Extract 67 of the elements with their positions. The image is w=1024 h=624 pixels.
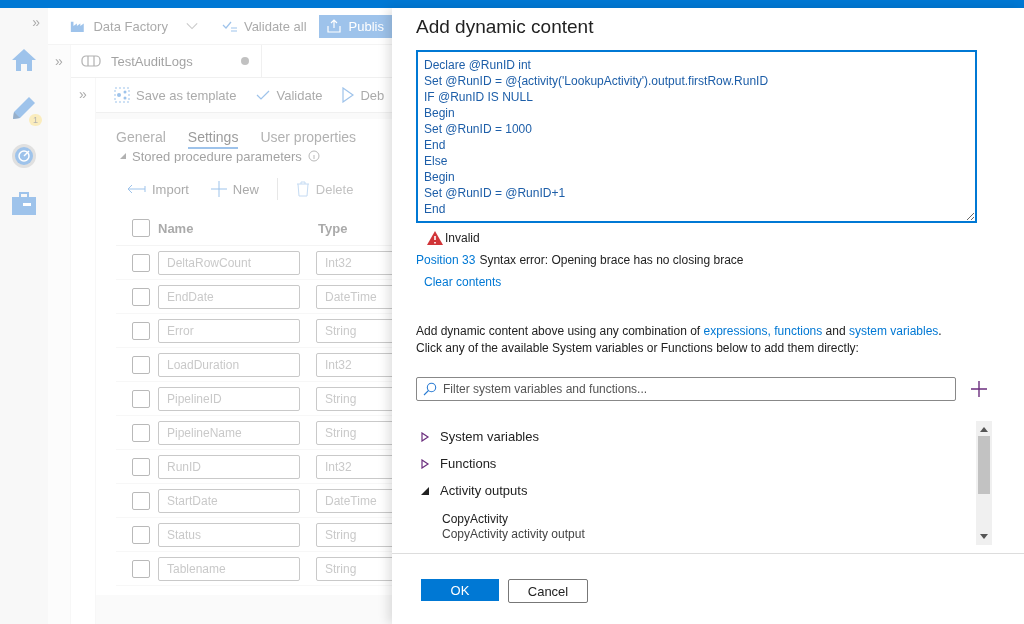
import-button[interactable]: Import [122, 181, 193, 197]
validate-all-button[interactable]: Validate all [217, 18, 311, 34]
add-icon[interactable] [970, 380, 988, 398]
checkbox[interactable] [132, 253, 150, 272]
tree-item[interactable]: System variables [416, 423, 976, 450]
validate-button[interactable]: Validate [252, 87, 327, 103]
search-icon [423, 382, 437, 396]
scroll-up-icon[interactable] [980, 427, 988, 432]
upload-icon [326, 19, 341, 33]
checkbox[interactable] [132, 287, 150, 306]
arrow-left-icon [126, 184, 146, 194]
template-icon [114, 87, 130, 103]
expand-button[interactable]: » [71, 86, 95, 102]
checkbox[interactable] [132, 559, 150, 578]
expand-button[interactable]: » [32, 14, 40, 30]
check-icon [256, 89, 271, 101]
info-icon [307, 150, 320, 162]
gauge-icon [11, 143, 37, 169]
expression-field[interactable]: Declare @RunID int Set @RunID = @{activity('LookupActivity').output.firstRow.RunID IF @RunID IS NULL Begin Set @RunID = 1000 End Else Begin Set @RunID = @RunID+1 End [416, 50, 977, 223]
cancel-button[interactable]: Cancel [508, 579, 588, 603]
chevron-down-icon[interactable] [185, 22, 198, 30]
checkbox[interactable] [132, 423, 150, 442]
status-text: Invalid [445, 231, 480, 245]
toolbox-icon [11, 192, 37, 216]
count-badge: 1 [29, 114, 42, 126]
ok-button[interactable]: OK [421, 579, 499, 601]
checkbox[interactable] [132, 457, 150, 476]
plus-icon [210, 181, 227, 197]
section-header[interactable]: Stored procedure parameters [120, 149, 392, 163]
clear-contents-link[interactable]: Clear contents [424, 275, 502, 289]
error-message: Syntax error: Opening brace has no closing brace [479, 253, 744, 267]
tab[interactable]: General [116, 129, 166, 149]
pipeline-icon [81, 55, 101, 67]
scrollbar[interactable] [976, 421, 992, 545]
pencil-icon [11, 95, 37, 121]
debug-button[interactable]: Deb [338, 87, 389, 103]
tab[interactable]: Settings [187, 129, 239, 149]
checkbox[interactable] [132, 491, 150, 510]
activity-name[interactable]: CopyActivity [442, 512, 976, 527]
checklist-icon [221, 20, 238, 32]
dialog-title: Add dynamic content [416, 16, 595, 38]
save-template-button[interactable]: Save as template [110, 87, 241, 103]
warning-icon [426, 230, 444, 246]
publish-button[interactable]: Publis [318, 14, 392, 38]
trash-icon [295, 181, 310, 197]
column-header: Type [318, 220, 348, 236]
tab[interactable]: User properties [260, 129, 357, 149]
activity-description: CopyActivity activity output [442, 527, 586, 542]
checkbox[interactable] [132, 321, 150, 340]
checkbox[interactable] [132, 389, 150, 408]
filter-field[interactable]: Filter system variables and functions... [416, 377, 956, 401]
play-icon [342, 87, 355, 103]
factory-name[interactable]: Data Factory [93, 18, 168, 34]
checkbox[interactable] [132, 525, 150, 544]
checkbox[interactable] [132, 219, 150, 237]
tree-item[interactable]: Functions [416, 450, 976, 477]
new-button[interactable]: New [206, 181, 263, 197]
position-link[interactable]: Position 33 [416, 253, 476, 267]
tree-item[interactable]: Activity outputs [416, 477, 976, 504]
help-text: Add dynamic content above using any combination of expressions, functions and system variables. Click any of the available System variables or Functions below to add them directly: [416, 323, 943, 357]
home-icon [11, 48, 37, 72]
scroll-down-icon[interactable] [980, 534, 988, 539]
checkbox[interactable] [132, 355, 150, 374]
expand-button[interactable]: » [48, 53, 70, 69]
help-link[interactable]: expressions, functions [703, 324, 823, 338]
column-header: Name [158, 220, 195, 236]
nav-item[interactable]: 1 [0, 84, 48, 132]
